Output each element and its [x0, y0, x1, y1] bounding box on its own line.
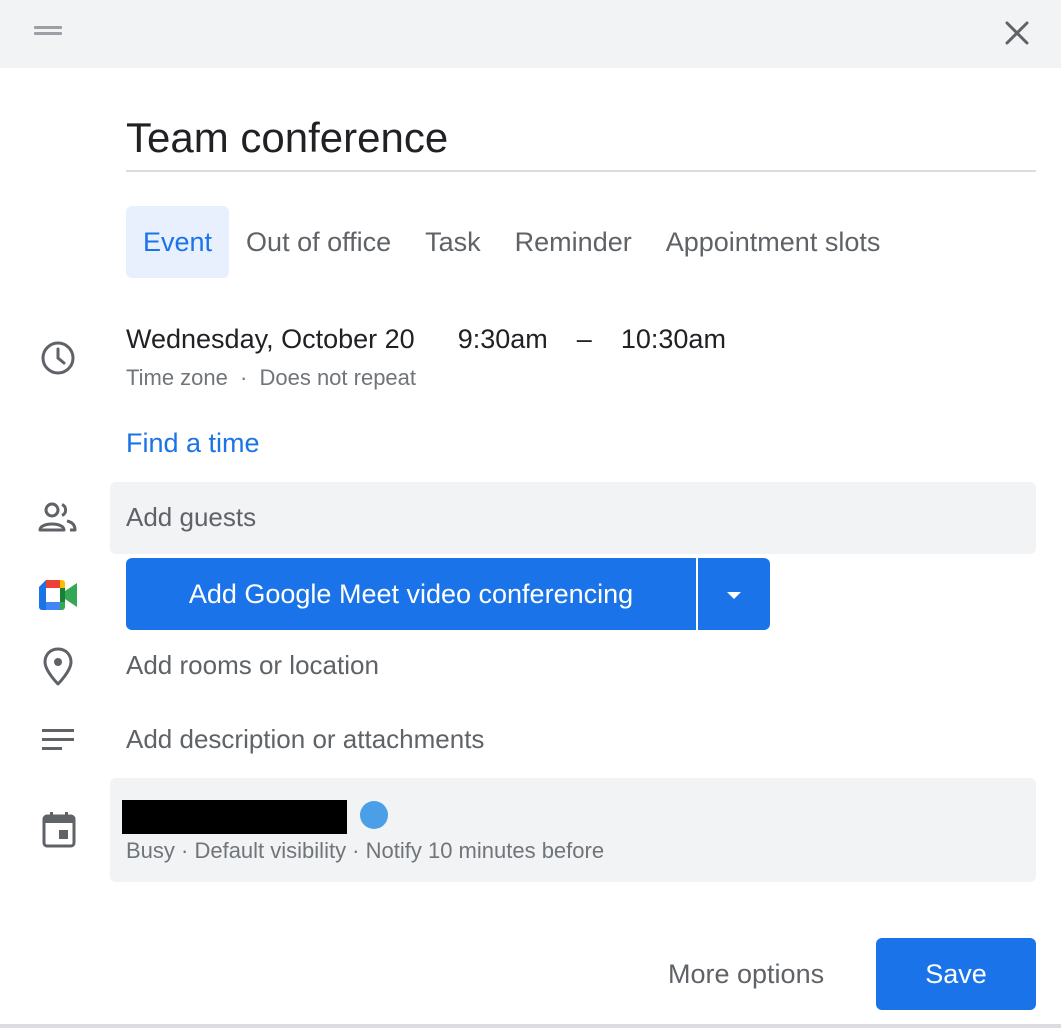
location-pin-icon	[42, 646, 74, 688]
calendar-details: Busy · Default visibility · Notify 10 mi…	[126, 838, 605, 863]
time-separator: –	[576, 324, 592, 354]
dialog-header	[0, 0, 1061, 68]
event-title[interactable]: Team conference	[126, 108, 1036, 168]
tab-out-of-office[interactable]: Out of office	[229, 206, 408, 278]
more-options-button[interactable]: More options	[650, 938, 842, 1010]
title-field[interactable]: Team conference	[126, 108, 1036, 172]
find-a-time-link[interactable]: Find a time	[126, 428, 260, 459]
date-time-row: Wednesday, October 20 9:30am – 10:30am	[126, 324, 726, 355]
close-icon	[1005, 21, 1029, 45]
notes-icon	[42, 728, 74, 752]
save-button[interactable]: Save	[876, 938, 1036, 1010]
add-guests-input[interactable]: Add guests	[110, 482, 1036, 554]
event-type-tabs: Event Out of office Task Reminder Appoin…	[126, 206, 897, 278]
tab-task[interactable]: Task	[408, 206, 498, 278]
add-description-field[interactable]: Add description or attachments	[126, 724, 484, 755]
calendar-name-redacted	[122, 800, 347, 834]
calendar-icon	[42, 812, 76, 848]
meet-dropdown-button[interactable]	[698, 558, 770, 630]
calendar-settings[interactable]: Busy · Default visibility · Notify 10 mi…	[110, 778, 1036, 882]
calendar-color-dot	[360, 801, 388, 829]
add-guests-placeholder: Add guests	[126, 502, 257, 532]
google-meet-icon	[39, 580, 77, 610]
tab-event[interactable]: Event	[126, 206, 230, 278]
date-picker[interactable]: Wednesday, October 20	[126, 324, 415, 354]
separator-dot: ·	[240, 365, 248, 390]
close-button[interactable]	[996, 12, 1038, 54]
caret-down-icon	[727, 592, 741, 599]
add-location-field[interactable]: Add rooms or location	[126, 650, 379, 681]
end-time-picker[interactable]: 10:30am	[621, 324, 726, 354]
timezone-repeat-row: Time zone · Does not repeat	[126, 365, 416, 391]
repeat-selector[interactable]: Does not repeat	[259, 365, 416, 390]
dialog-bottom-border	[0, 1024, 1061, 1028]
tab-appointment-slots[interactable]: Appointment slots	[649, 206, 898, 278]
people-icon	[37, 500, 79, 536]
time-zone-link[interactable]: Time zone	[126, 365, 228, 390]
add-meet-button[interactable]: Add Google Meet video conferencing	[126, 558, 696, 630]
start-time-picker[interactable]: 9:30am	[458, 324, 548, 354]
tab-reminder[interactable]: Reminder	[498, 206, 649, 278]
clock-icon	[38, 338, 78, 378]
drag-handle-icon[interactable]	[34, 24, 62, 36]
